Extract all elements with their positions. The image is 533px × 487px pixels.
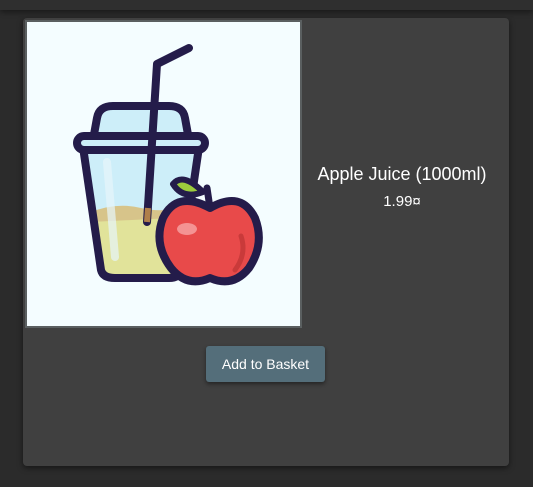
product-name: Apple Juice (1000ml) [317, 164, 487, 184]
top-bar-edge [0, 0, 533, 10]
apple-juice-cup-icon [73, 44, 263, 286]
add-to-basket-button[interactable]: Add to Basket [206, 346, 325, 382]
product-price: 1.99¤ [383, 193, 421, 210]
product-image[interactable] [25, 20, 302, 328]
product-card: Apple Juice (1000ml) 1.99¤ Add to Basket [23, 18, 509, 466]
product-info: Apple Juice (1000ml) 1.99¤ [302, 162, 502, 212]
